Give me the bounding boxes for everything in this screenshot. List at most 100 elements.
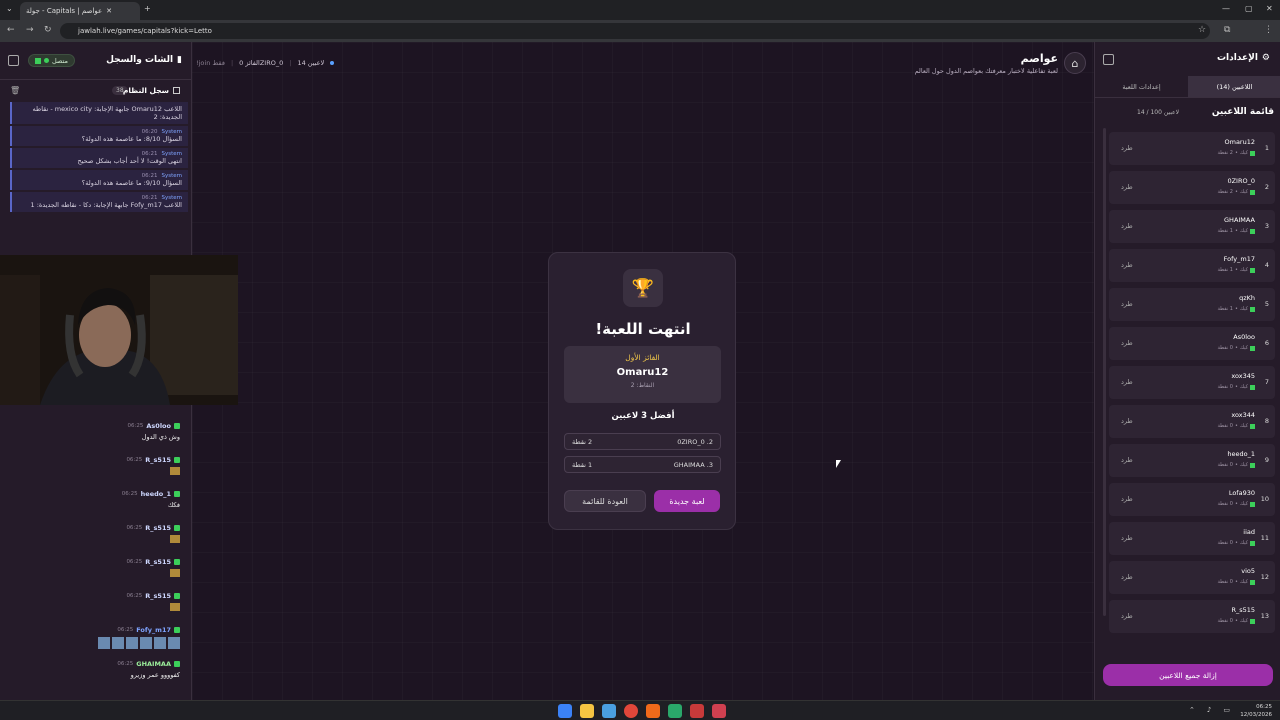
system-message: اللاعب Omaru12 جابهة الإجابة: mexico cit… [10, 102, 188, 124]
system-log-title[interactable]: سجل النظام [123, 86, 180, 95]
kick-player-button[interactable]: طرد [1121, 261, 1133, 269]
players-list-title: قائمة اللاعبين [1211, 107, 1274, 117]
kick-player-button[interactable]: طرد [1121, 456, 1133, 464]
battery-icon[interactable]: ▭ [1223, 706, 1230, 714]
kick-player-button[interactable]: طرد [1121, 573, 1133, 581]
menu-icon[interactable]: ⋮ [1264, 25, 1273, 35]
remove-all-players-button[interactable]: إزالة جميع اللاعبين [1103, 664, 1273, 686]
separator: • [1234, 306, 1238, 312]
winner-name: Omaru12 [616, 367, 669, 378]
mouse-cursor [836, 460, 841, 468]
brave-icon[interactable] [646, 704, 660, 718]
player-rank: 3 [1264, 222, 1269, 230]
kick-player-button[interactable]: طرد [1121, 378, 1133, 386]
kick-player-button[interactable]: طرد [1121, 612, 1133, 620]
chat-username: R_s515 [145, 456, 171, 464]
points-value: 0 نقطة [1217, 345, 1233, 351]
wifi-icon[interactable]: ⌃ [1189, 706, 1195, 714]
new-tab-icon[interactable]: + [144, 4, 151, 13]
reload-icon[interactable]: ↻ [44, 25, 52, 35]
separator: • [1234, 267, 1238, 273]
bookmark-star-icon[interactable]: ☆ [1198, 25, 1206, 35]
chrome-icon[interactable] [624, 704, 638, 718]
kick-player-button[interactable]: طرد [1121, 534, 1133, 542]
separator: | [289, 59, 292, 67]
player-points: كيك • 0 نقطة [1217, 345, 1255, 351]
chat-username: Fofy_m17 [136, 626, 171, 634]
extensions-icon[interactable]: ⧉ [1224, 25, 1230, 35]
emote-icon [98, 637, 110, 649]
system-log-title-text: سجل النظام [122, 86, 169, 95]
kick-player-button[interactable]: طرد [1121, 144, 1133, 152]
system-message-text: اللاعب Fofy_m17 جابهة الإجابة: دكا - نقا… [30, 201, 182, 209]
chat-time: 06:25 [126, 457, 143, 463]
chat-username: GHAIMAA [136, 660, 171, 668]
players-list: 1 Omaru12 كيك • 2 نقطة طرد 2 0ZIRO_0 كيك • 2 نقطة ط… [1103, 128, 1275, 676]
player-row: 6 As0loo كيك • 0 نقطة طرد [1109, 327, 1275, 360]
close-window-icon[interactable]: ✕ [1266, 4, 1273, 13]
volume-icon[interactable]: ♪ [1207, 706, 1211, 714]
kick-player-button[interactable]: طرد [1121, 339, 1133, 347]
chat-messages: As0loo 06:25 وش ذي الدول R_s515 06:25 heed… [0, 420, 192, 700]
chat-message: R_s515 06:25 [126, 558, 180, 579]
platform-label: كيك [1239, 345, 1248, 351]
player-points: كيك • 0 نقطة [1217, 384, 1255, 390]
player-rank: 2 [1264, 183, 1269, 191]
kick-player-button[interactable]: طرد [1121, 417, 1133, 425]
back-to-menu-button[interactable]: العودة للقائمة [564, 490, 646, 512]
chat-text: وش ذي الدول [141, 433, 180, 441]
minimize-icon[interactable]: — [1222, 4, 1230, 13]
new-game-button[interactable]: لعبة جديدة [654, 490, 720, 512]
system-message: System 06:21 السؤال 9/10: ما عاصمة هذه ال… [10, 170, 188, 190]
emote-icon [168, 637, 180, 649]
app-icon[interactable] [690, 704, 704, 718]
trash-icon[interactable]: 🗑 [10, 86, 20, 95]
store-icon[interactable] [602, 704, 616, 718]
player-name: Lofa930 [1228, 489, 1255, 497]
player-row: 10 Lofa930 كيك • 0 نقطة طرد [1109, 483, 1275, 516]
app-page: ⌂ عواصم لعبة تفاعلية لاختبار معرفتك بعوا… [0, 42, 1280, 700]
top-player-name: GHAIMAA .3 [673, 461, 713, 469]
kick-icon [1250, 150, 1255, 156]
tab-game-settings[interactable]: إعدادات اللعبة [1095, 76, 1188, 97]
tab-list-icon[interactable]: ⌄ [6, 4, 13, 13]
app-icon[interactable] [668, 704, 682, 718]
game-over-modal: 🏆 انتهت اللعبة! الفائز الأول Omaru12 الن… [548, 252, 736, 530]
start-icon[interactable] [558, 704, 572, 718]
player-name: qzKh [1239, 294, 1255, 302]
separator: • [1234, 228, 1238, 234]
platform-label: كيك [1239, 540, 1248, 546]
separator: • [1234, 618, 1238, 624]
clock[interactable]: 06:25 12/03/2026 [1240, 703, 1272, 719]
kick-player-button[interactable]: طرد [1121, 300, 1133, 308]
browser-tab[interactable]: ✕ عواصم | Capitals - جولة [20, 2, 140, 20]
player-row: 8 xox344 كيك • 0 نقطة طرد [1109, 405, 1275, 438]
separator: • [1234, 150, 1238, 156]
kick-player-button[interactable]: طرد [1121, 495, 1133, 503]
tab-players[interactable]: اللاعبين (14) [1188, 76, 1280, 97]
kick-icon [174, 593, 180, 599]
join-only-label: !join فقط [196, 59, 225, 67]
chat-text: فكك [167, 501, 180, 509]
file-explorer-icon[interactable] [580, 704, 594, 718]
app-icon[interactable] [712, 704, 726, 718]
maximize-icon[interactable]: ▢ [1245, 4, 1253, 13]
player-row: 11 iiad كيك • 0 نقطة طرد [1109, 522, 1275, 555]
tab-close-icon[interactable]: ✕ [106, 7, 112, 15]
kick-player-button[interactable]: طرد [1121, 222, 1133, 230]
forward-icon[interactable]: → [26, 25, 34, 35]
separator: • [1234, 423, 1238, 429]
separator: • [1234, 579, 1238, 585]
system-message-text: السؤال 9/10: ما عاصمة هذه الدولة؟ [81, 179, 182, 187]
address-bar[interactable]: jawlah.live/games/capitals?kick=Letto [60, 23, 1210, 39]
back-icon[interactable]: ← [7, 25, 15, 35]
collapse-panel-icon[interactable] [8, 55, 19, 66]
player-points: كيك • 1 نقطة [1217, 228, 1255, 234]
collapse-panel-icon[interactable] [1103, 54, 1114, 65]
kick-player-button[interactable]: طرد [1121, 183, 1133, 191]
settings-panel: ⚙ الإعدادات إعدادات اللعبة اللاعبين (14)… [1094, 42, 1280, 700]
trophy-icon: 🏆 [623, 269, 663, 307]
separator: | [230, 59, 234, 67]
home-button[interactable]: ⌂ [1064, 52, 1086, 74]
home-icon: ⌂ [1071, 56, 1079, 70]
